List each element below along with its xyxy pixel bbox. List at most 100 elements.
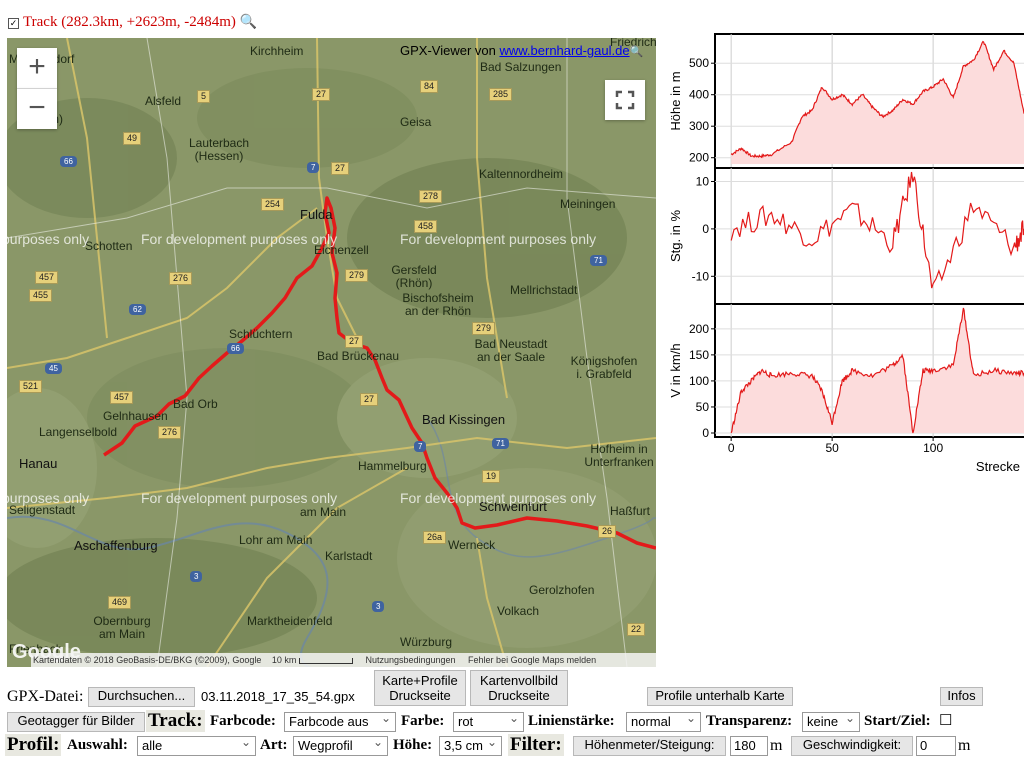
- track-summary-text: Track (282.3km, +2623m, -2484m): [23, 14, 236, 30]
- fullscreen-button[interactable]: [605, 80, 645, 120]
- art-label: Art:: [260, 737, 288, 753]
- tick-label: 0: [702, 222, 709, 236]
- auswahl-select[interactable]: alle: [137, 734, 256, 756]
- gpx-file-label: GPX-Datei:: [7, 688, 84, 705]
- tick-label: 0: [702, 426, 709, 440]
- hoehe-label: Höhe:: [393, 737, 433, 753]
- map-label: Gersfeld (Rhön): [391, 263, 437, 290]
- tick-label: 50: [696, 400, 710, 414]
- tick-label: 500: [689, 56, 709, 70]
- autobahn-shield: 66: [227, 343, 244, 354]
- map-label: Fulda: [300, 207, 333, 222]
- hoehe-select[interactable]: 3,5 cm: [439, 734, 502, 756]
- map-profile-print-label-1: Karte+Profile: [382, 673, 458, 688]
- map-label: Kirchheim: [250, 44, 304, 58]
- geschwindigkeit-filter-button[interactable]: Geschwindigkeit:: [791, 736, 913, 756]
- map-label: Schlüchtern: [229, 327, 293, 341]
- map-label: Kaltennordheim: [479, 167, 564, 181]
- startziel-label: Start/Ziel:: [864, 713, 931, 729]
- infos-button[interactable]: Infos: [940, 687, 983, 706]
- map-profile-print-button[interactable]: Karte+Profile Druckseite: [374, 670, 466, 706]
- road-shield: 5: [197, 90, 211, 103]
- road-shield: 27: [331, 162, 350, 175]
- geschwindigkeit-input[interactable]: 0: [916, 736, 956, 756]
- transparenz-label: Transparenz:: [706, 713, 793, 729]
- credit-text: GPX-Viewer von: [400, 43, 500, 58]
- dev-watermark: For development purposes only: [400, 490, 597, 506]
- road-shield: 84: [420, 80, 439, 93]
- map-label: Lauterbach (Hessen): [188, 136, 250, 163]
- road-shield: 455: [29, 289, 53, 302]
- hoehenmeter-filter-button[interactable]: Höhenmeter/Steigung:: [573, 736, 726, 756]
- fullscreen-print-label-1: Kartenvollbild: [479, 673, 559, 688]
- zoom-in-button[interactable]: +: [17, 48, 57, 89]
- map-label: Schotten: [85, 239, 133, 253]
- art-select[interactable]: Wegprofil: [293, 734, 388, 756]
- elevation-profile: 500 400 300 200 Höhe in m: [668, 33, 1024, 169]
- track-checkbox[interactable]: ✓: [8, 18, 19, 29]
- tick-label: 100: [689, 374, 709, 388]
- terms-link[interactable]: Nutzungsbedingungen: [365, 655, 455, 665]
- autobahn-shield: 71: [590, 255, 607, 266]
- elevation-axis-title: Höhe in m: [668, 71, 683, 130]
- map-label: Alsfeld: [145, 94, 182, 108]
- map-label: Hammelburg: [358, 459, 427, 473]
- map-label: Lohr am Main: [239, 533, 313, 547]
- grade-profile: 10 0 -10 Stg. in %: [668, 167, 1024, 305]
- farbe-label: Farbe:: [401, 713, 445, 729]
- map-label: Hanau: [19, 456, 58, 471]
- farbe-select[interactable]: rot: [453, 710, 524, 732]
- grade-axis-title: Stg. in %: [668, 210, 683, 262]
- transparenz-select[interactable]: keine: [802, 710, 860, 732]
- autobahn-shield: 7: [307, 162, 320, 173]
- hoehenmeter-input[interactable]: 180: [730, 736, 768, 756]
- road-shield: 457: [35, 271, 59, 284]
- fullscreen-print-button[interactable]: Kartenvollbild Druckseite: [470, 670, 568, 706]
- scale-label: 10 km: [271, 655, 297, 665]
- map-label: Bad Kissingen: [422, 412, 506, 427]
- road-shield: 27: [360, 393, 379, 406]
- road-shield: 26a: [423, 531, 447, 544]
- startziel-checkbox[interactable]: ☐: [939, 711, 952, 730]
- road-shield: 469: [108, 596, 132, 609]
- zoom-to-track-icon[interactable]: 🔍: [240, 15, 257, 30]
- road-shield: 276: [158, 426, 182, 439]
- linienstaerke-label: Linienstärke:: [528, 713, 615, 729]
- linienstaerke-select[interactable]: normal: [626, 710, 701, 732]
- track-section-label: Track:: [146, 710, 205, 732]
- geschwindigkeit-unit: m: [958, 737, 971, 754]
- farbcode-label: Farbcode:: [210, 713, 276, 729]
- map-label: Meiningen: [560, 197, 616, 211]
- map-label: Bad Neustadt an der Saale: [474, 337, 548, 364]
- map-label: Volkach: [497, 604, 540, 618]
- x-tick-label: 50: [825, 441, 839, 455]
- map-label: Mellrichstadt: [510, 283, 578, 297]
- fullscreen-icon: [615, 90, 635, 110]
- map-label: Werneck: [448, 538, 496, 552]
- tick-label: 300: [689, 119, 709, 133]
- profil-section-label: Profil:: [5, 734, 62, 756]
- hoehenmeter-unit: m: [770, 737, 783, 754]
- profiles-below-map-button[interactable]: Profile unterhalb Karte: [647, 687, 793, 706]
- geotagger-button[interactable]: Geotagger für Bilder: [7, 712, 145, 732]
- map-label: Karlstadt: [325, 549, 373, 563]
- zoom-out-button[interactable]: −: [17, 89, 57, 129]
- map-label: Bad Salzungen: [480, 60, 562, 74]
- tick-label: 150: [689, 348, 709, 362]
- tick-label: 10: [696, 174, 710, 188]
- x-tick-label: 100: [923, 441, 943, 455]
- map-label: Königshofen i. Grabfeld: [570, 354, 638, 381]
- map-label: Hofheim in Unterfranken: [584, 442, 654, 469]
- credit-zoom-icon[interactable]: 🔍: [630, 46, 644, 58]
- report-error-link[interactable]: Fehler bei Google Maps melden: [468, 655, 596, 665]
- map-label: Geisa: [400, 115, 432, 129]
- autobahn-shield: 3: [190, 571, 203, 582]
- road-shield: 285: [489, 88, 513, 101]
- map-profile-print-label-2: Druckseite: [389, 688, 451, 703]
- grade-frame: [714, 167, 1024, 305]
- map[interactable]: 5 27 84 285 7 27 49 278 254 66 458 279 6…: [7, 38, 656, 667]
- map-label: Gerolzhofen: [529, 583, 595, 597]
- farbcode-select[interactable]: Farbcode aus: [284, 710, 396, 732]
- browse-button[interactable]: Durchsuchen...: [88, 687, 195, 707]
- credit-link[interactable]: www.bernhard-gaul.de: [499, 43, 629, 58]
